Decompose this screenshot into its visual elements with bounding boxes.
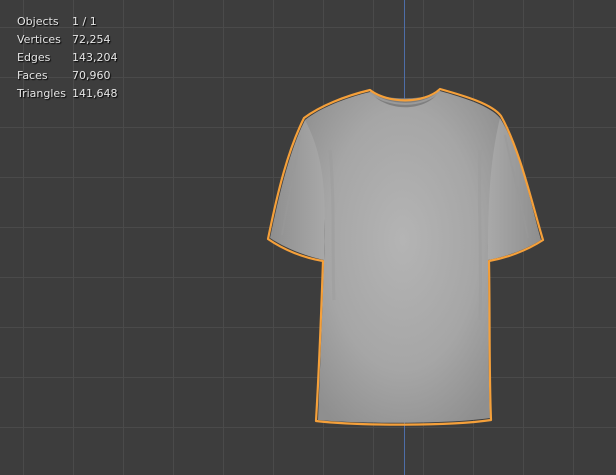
selected-tshirt-mesh[interactable]: [0, 0, 616, 475]
right-sleeve: [488, 118, 541, 260]
3d-viewport[interactable]: Objects 1 / 1 Vertices 72,254 Edges 143,…: [0, 0, 616, 475]
